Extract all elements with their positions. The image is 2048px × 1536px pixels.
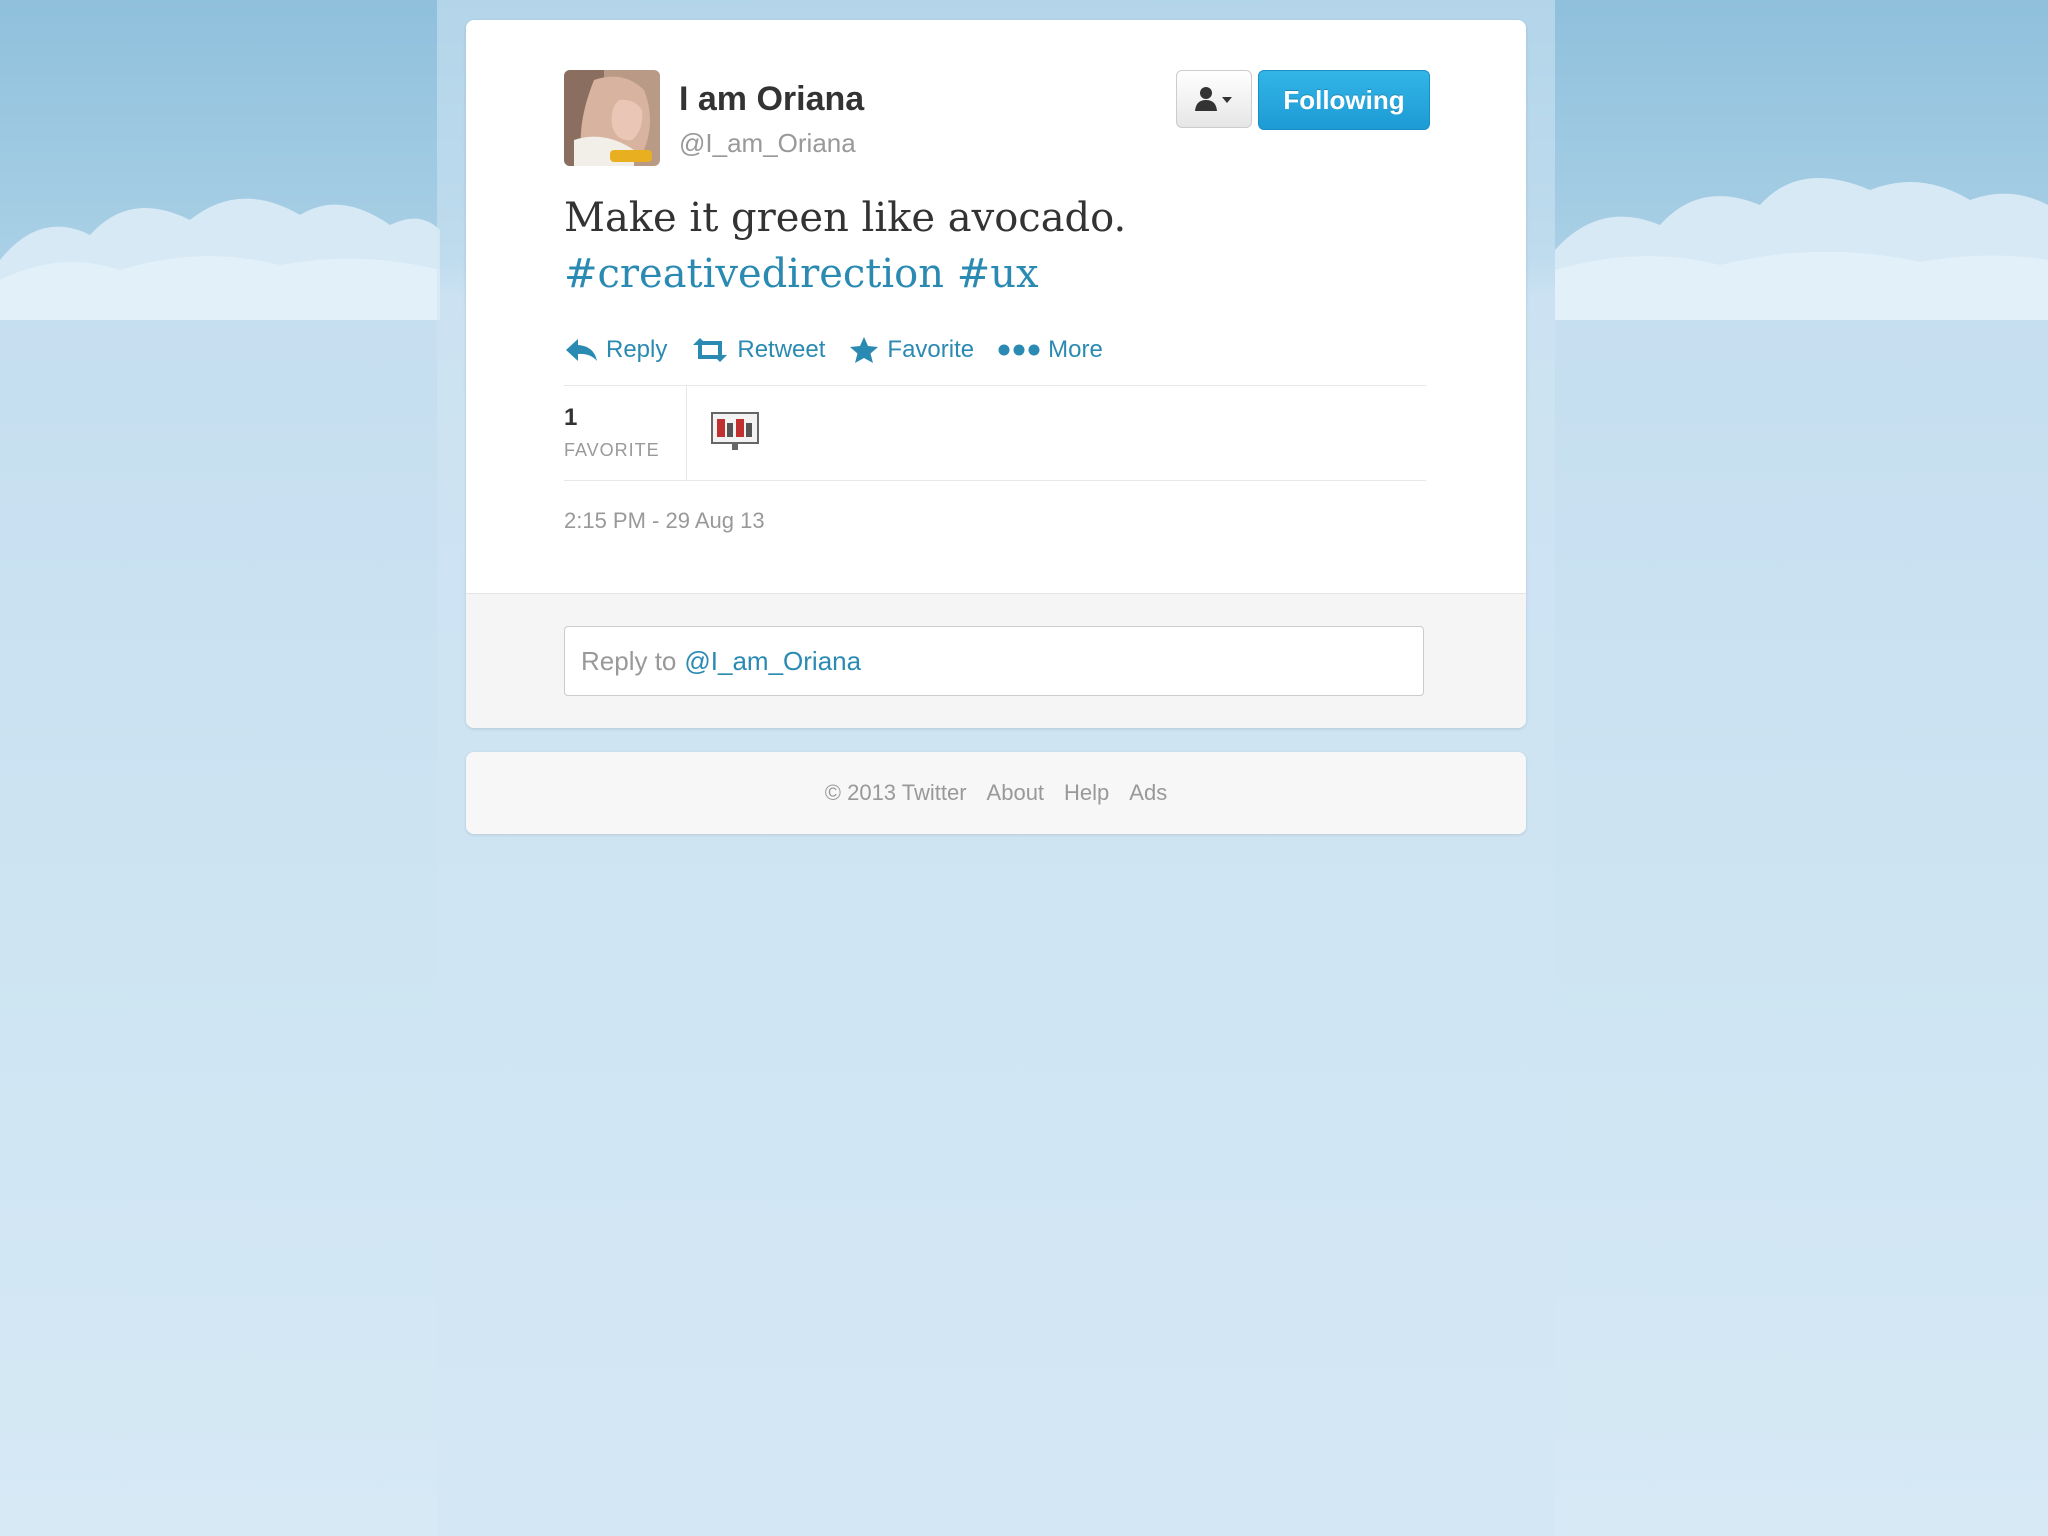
retweet-label: Retweet (737, 336, 826, 363)
reply-placeholder-handle: @I_am_Oriana (684, 645, 862, 676)
more-dots-icon (998, 344, 1040, 356)
reply-area: Reply to @I_am_Oriana (466, 593, 1526, 728)
reply-label: Reply (606, 336, 668, 363)
tweet-text: Make it green like avocado. #creativedir… (564, 190, 1424, 302)
star-icon (850, 337, 879, 363)
page-footer: © 2013 Twitter About Help Ads (466, 752, 1526, 834)
favorite-count-label: FAVORITE (564, 440, 660, 460)
tweet-card: I am Oriana @I_am_Oriana Following Make … (466, 20, 1526, 728)
footer-link-about[interactable]: About (987, 780, 1045, 806)
user-actions-button[interactable] (1176, 70, 1252, 128)
hashtag-link[interactable]: #creativedirection (564, 251, 944, 297)
more-label: More (1048, 336, 1103, 363)
tweet-body: Make it green like avocado. (564, 195, 1127, 241)
footer-copyright: © 2013 Twitter (824, 780, 967, 805)
stats-divider (686, 386, 687, 480)
tweet-timestamp[interactable]: 2:15 PM - 29 Aug 13 (564, 508, 765, 534)
reply-button[interactable]: Reply (564, 336, 667, 364)
footer-link-ads[interactable]: Ads (1129, 780, 1167, 806)
tweet-hashtags: #creativedirection #ux (564, 246, 1424, 302)
author-avatar[interactable] (564, 70, 660, 166)
footer-link-help[interactable]: Help (1064, 780, 1109, 806)
reply-input[interactable]: Reply to @I_am_Oriana (564, 626, 1424, 696)
user-dropdown-icon (1195, 87, 1232, 111)
following-button[interactable]: Following (1258, 70, 1430, 130)
retweet-icon (693, 338, 728, 362)
author-handle[interactable]: @I_am_Oriana (679, 128, 856, 159)
favoriter-avatar[interactable] (711, 412, 759, 452)
hashtag-link[interactable]: #ux (957, 251, 1039, 297)
favorite-label: Favorite (887, 336, 975, 363)
reply-placeholder-prefix: Reply to (581, 645, 677, 676)
tweet-actions: Reply Retweet Favorite More (564, 332, 1127, 368)
reply-icon (566, 339, 597, 361)
tweet-stats: 1 FAVORITE (564, 385, 1426, 481)
more-button[interactable]: More (998, 336, 1103, 364)
author-name[interactable]: I am Oriana (679, 80, 864, 119)
retweet-button[interactable]: Retweet (691, 336, 825, 364)
favorite-button[interactable]: Favorite (849, 336, 974, 364)
favorite-count[interactable]: 1 (564, 404, 577, 432)
